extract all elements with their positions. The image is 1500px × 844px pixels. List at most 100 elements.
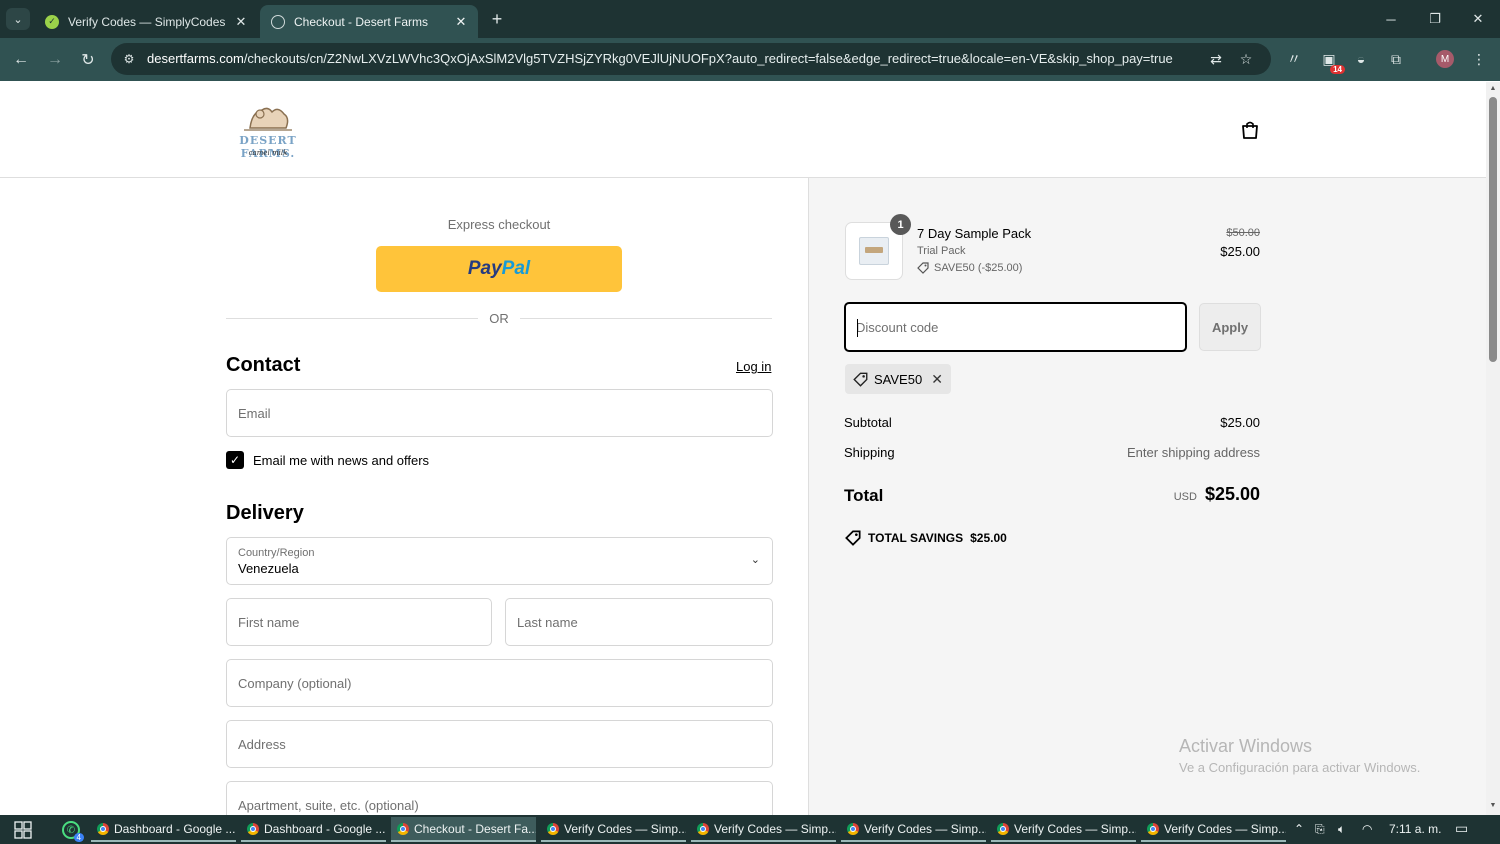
extension-simplycodes-icon[interactable]: ▣ 14 (1318, 48, 1345, 74)
taskbar-app[interactable]: Verify Codes — Simp... (991, 817, 1136, 842)
camel-logo-icon (244, 107, 292, 131)
restore-icon[interactable]: ❐ (1415, 6, 1455, 32)
globe-favicon-icon (271, 14, 285, 29)
text-cursor (857, 319, 858, 337)
wifi-icon[interactable]: ◠ (1362, 822, 1372, 836)
task-view-icon[interactable] (14, 821, 32, 839)
chrome-icon (247, 822, 259, 835)
chrome-icon (547, 822, 559, 835)
chevron-down-icon: ⌄ (750, 554, 760, 566)
product-name: 7 Day Sample Pack (917, 226, 1032, 241)
desert-farms-logo[interactable]: DESERT FARMS. camel milk (224, 100, 312, 160)
tab-close-icon[interactable]: ✕ (452, 14, 470, 30)
taskbar-app[interactable]: Verify Codes — Simp... (541, 817, 686, 842)
extensions-puzzle-icon[interactable]: ⧉ (1385, 48, 1407, 70)
apartment-placeholder: Apartment, suite, etc. (optional) (238, 798, 419, 813)
taskbar-app[interactable]: Verify Codes — Simp... (1141, 817, 1286, 842)
first-name-field[interactable]: First name (226, 598, 492, 646)
discount-code-input[interactable] (856, 317, 1176, 337)
apartment-field[interactable]: Apartment, suite, etc. (optional) (226, 781, 773, 815)
address-bar[interactable]: ⚙ desertfarms.com/checkouts/cn/Z2NwLXVzL… (111, 43, 1271, 75)
taskbar-app[interactable]: Dashboard - Google ... (241, 817, 386, 842)
scroll-up-arrow-icon[interactable]: ▲ (1489, 85, 1497, 92)
clock[interactable]: 7:11 a. m. (1389, 822, 1441, 836)
contact-heading: Contact (226, 354, 301, 376)
browser-menu-icon[interactable]: ⋮ (1468, 48, 1490, 70)
page-scrollbar[interactable]: ▲ ▼ (1486, 82, 1500, 815)
taskbar-app-label: Verify Codes — Simp... (564, 821, 686, 836)
apply-discount-button[interactable]: Apply (1199, 303, 1261, 351)
taskbar-app-label: Verify Codes — Simp... (714, 821, 836, 836)
taskbar-app-label: Checkout - Desert Fa... (414, 821, 536, 836)
subtotal-value: $25.00 (1220, 415, 1260, 430)
extension-feather-icon[interactable]: 〃 (1283, 48, 1305, 70)
extension-badge: 14 (1330, 65, 1345, 74)
profile-avatar[interactable]: M (1436, 50, 1454, 68)
taskbar-app-label: Dashboard - Google ... (264, 821, 386, 836)
taskbar-app[interactable]: Verify Codes — Simp... (691, 817, 836, 842)
browser-tab-simplycodes[interactable]: ✓ Verify Codes — SimplyCodes ✕ (34, 5, 258, 38)
or-divider: OR (226, 310, 772, 328)
volume-icon[interactable]: 🔈︎ (1338, 822, 1345, 837)
taskbar-app[interactable]: Checkout - Desert Fa... (391, 817, 536, 842)
browser-tab-checkout[interactable]: Checkout - Desert Farms ✕ (260, 5, 478, 38)
scroll-down-arrow-icon[interactable]: ▼ (1489, 802, 1497, 809)
address-field[interactable]: Address (226, 720, 773, 768)
reload-icon[interactable]: ↻ (76, 48, 100, 72)
taskbar-app-label: Verify Codes — Simp... (1164, 821, 1286, 836)
chrome-icon (97, 822, 109, 835)
total-label: Total (844, 486, 884, 505)
newsletter-checkbox-checkmark-icon[interactable]: ✓ (226, 451, 244, 469)
tab-close-icon[interactable]: ✕ (232, 14, 250, 30)
discount-code-field[interactable] (844, 302, 1187, 352)
country-select[interactable]: Country/Region Venezuela ⌄ (226, 537, 773, 585)
tray-chevron-up-icon[interactable]: ⌃ (1294, 822, 1304, 836)
quantity-badge: 1 (890, 214, 911, 235)
minimize-icon[interactable]: ─ (1371, 6, 1411, 32)
back-arrow-icon[interactable]: ← (9, 48, 33, 72)
last-name-field[interactable]: Last name (505, 598, 773, 646)
window-close-icon[interactable]: ✕ (1458, 6, 1498, 32)
total-value: USD $25.00 (1174, 484, 1260, 505)
site-info-tune-icon[interactable]: ⚙ (120, 50, 138, 68)
newsletter-label: Email me with news and offers (253, 452, 430, 468)
company-field[interactable]: Company (optional) (226, 659, 773, 707)
url-host: desertfarms.com (147, 51, 244, 66)
last-name-placeholder: Last name (517, 615, 578, 630)
chrome-icon (1147, 822, 1159, 835)
applied-code-text: SAVE50 (874, 371, 923, 387)
product-variant: Trial Pack (917, 245, 966, 257)
extension-robot-icon[interactable]: ◒ (1350, 48, 1372, 70)
tab-title: Verify Codes — SimplyCodes (68, 14, 226, 29)
paypal-logo-part2: Pal (501, 258, 531, 279)
chrome-icon (397, 822, 409, 835)
email-placeholder: Email (238, 406, 271, 421)
windows-activation-subtitle: Ve a Configuración para activar Windows. (1179, 760, 1421, 775)
forward-arrow-icon[interactable]: → (43, 48, 67, 72)
url-text[interactable]: desertfarms.com/checkouts/cn/Z2NwLXVzLWV… (147, 51, 1177, 66)
shopping-bag-icon[interactable] (1239, 119, 1261, 141)
discount-tag-icon (917, 262, 929, 274)
paypal-button[interactable]: Pay Pal (376, 246, 622, 292)
network-icon[interactable]: ⎘ (1315, 822, 1325, 837)
whatsapp-icon[interactable]: ✆ 4 (62, 821, 84, 842)
first-name-placeholder: First name (238, 615, 300, 630)
paypal-logo-part1: Pay (467, 258, 502, 279)
scrollbar-thumb[interactable] (1489, 97, 1497, 362)
newsletter-option[interactable]: ✓ Email me with news and offers (226, 451, 429, 469)
windows-taskbar: ✆ 4 Dashboard - Google ... Dashboard - Go… (0, 815, 1500, 844)
bookmark-star-icon[interactable]: ☆ (1236, 49, 1256, 69)
remove-discount-close-icon[interactable]: ✕ (931, 371, 943, 388)
address-placeholder: Address (238, 737, 286, 752)
new-tab-plus-icon[interactable]: + (486, 8, 508, 30)
translate-icon[interactable]: ⇄ (1206, 49, 1226, 69)
delivery-heading: Delivery (226, 502, 304, 524)
taskbar-app[interactable]: Verify Codes — Simp... (841, 817, 986, 842)
email-field[interactable]: Email (226, 389, 773, 437)
tab-search-chevron-down-icon[interactable]: ⌄ (6, 8, 30, 30)
chrome-icon (997, 822, 1009, 835)
taskbar-app[interactable]: Dashboard - Google ... (91, 817, 236, 842)
original-price: $50.00 (1226, 227, 1260, 239)
notifications-icon[interactable]: ▭ (1455, 820, 1468, 837)
login-link[interactable]: Log in (736, 359, 771, 374)
